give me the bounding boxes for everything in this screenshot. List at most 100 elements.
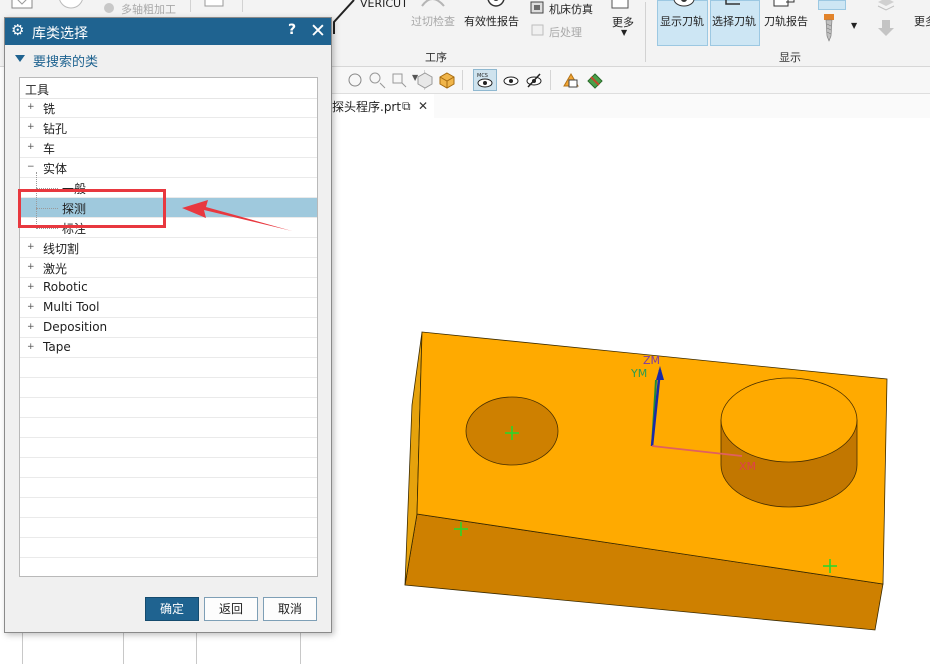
- overcut-check-icon[interactable]: [420, 0, 446, 12]
- expand-icon[interactable]: +: [27, 243, 35, 252]
- tree-item-label: 线切割: [43, 242, 80, 256]
- post-process-icon[interactable]: [530, 23, 546, 37]
- tree-item-label: 车: [43, 142, 56, 156]
- gear-icon: ⚙: [11, 21, 25, 39]
- tree-item[interactable]: + 激光: [20, 258, 317, 278]
- vericut-button[interactable]: VERICUT: [360, 0, 408, 10]
- expand-icon[interactable]: +: [27, 283, 35, 292]
- tree-item[interactable]: + Tape: [20, 338, 317, 358]
- empty-row: [20, 438, 317, 458]
- holder-display-icon[interactable]: [586, 71, 604, 89]
- empty-row: [20, 538, 317, 558]
- multi-axis-rough-button[interactable]: 多轴粗加工: [121, 1, 176, 17]
- tree-connector: [36, 228, 58, 229]
- vericut-icon[interactable]: [330, 0, 356, 34]
- refresh-icon[interactable]: [272, 0, 298, 12]
- operation-group-label: 工序: [425, 51, 447, 64]
- close-icon[interactable]: ✕: [418, 99, 428, 113]
- section-title: 要搜索的类: [33, 55, 99, 70]
- machine-simulation-button[interactable]: 机床仿真: [549, 1, 593, 17]
- snap-icon[interactable]: [368, 71, 386, 89]
- background-grid-line: [196, 630, 197, 664]
- hide-eye-icon[interactable]: [525, 71, 543, 89]
- tree-item[interactable]: + 车: [20, 138, 317, 158]
- expand-icon[interactable]: +: [27, 343, 35, 352]
- more-right-button[interactable]: 更多: [914, 13, 930, 29]
- view-icon[interactable]: [346, 71, 364, 89]
- dialog-title: 库类选择: [32, 26, 88, 42]
- multi-axis-icon[interactable]: [101, 1, 117, 15]
- empty-row: [20, 378, 317, 398]
- post-process-button[interactable]: 后处理: [549, 24, 582, 40]
- display-group-label: 显示: [779, 51, 801, 64]
- document-tabbar: 探头程序.prt ⧉ ✕: [330, 94, 930, 120]
- ok-button[interactable]: 确定: [145, 597, 199, 621]
- circle-icon[interactable]: [57, 0, 87, 12]
- tree-item-label: Deposition: [43, 320, 108, 334]
- help-button[interactable]: ?: [288, 22, 296, 38]
- tree-item[interactable]: + 线切割: [20, 238, 317, 258]
- tree-item[interactable]: + Multi Tool: [20, 298, 317, 318]
- validity-report-button[interactable]: 有效性报告: [464, 13, 519, 29]
- tree-item-label: 钻孔: [43, 122, 68, 136]
- chevron-down-icon[interactable]: ▼: [621, 28, 627, 37]
- tree-item[interactable]: + 铣: [20, 98, 317, 118]
- back-button[interactable]: 返回: [204, 597, 258, 621]
- tree-item[interactable]: + Robotic: [20, 278, 317, 298]
- machine-simulation-icon[interactable]: [530, 1, 546, 15]
- expand-icon[interactable]: +: [27, 103, 35, 112]
- select-toolpath-icon: [725, 0, 740, 5]
- boss-top: [720, 377, 858, 463]
- overcut-check-button[interactable]: 过切检查: [411, 13, 455, 29]
- graphics-viewport[interactable]: ZM YM XM: [330, 118, 930, 664]
- class-tree[interactable]: 工具 + 铣 + 钻孔 + 车 − 实体 一般 探测 标注 + 线切割 + 激光 + Robotic + Multi…: [19, 77, 318, 577]
- dialog-titlebar[interactable]: ⚙ 库类选择 ? ✕: [5, 18, 331, 45]
- tree-item[interactable]: − 实体: [20, 158, 317, 178]
- select-toolpath-label: 选择刀轨: [712, 15, 756, 28]
- empty-row: [20, 498, 317, 518]
- expand-icon[interactable]: +: [27, 323, 35, 332]
- separator: [550, 70, 551, 90]
- eye-tile[interactable]: [818, 0, 846, 10]
- toolpath-report-button[interactable]: 刀轨报告: [764, 13, 808, 29]
- expand-icon[interactable]: +: [27, 303, 35, 312]
- tab-probe-program[interactable]: 探头程序.prt ⧉ ✕: [330, 94, 434, 118]
- expand-icon[interactable]: +: [27, 143, 35, 152]
- cube-icon[interactable]: [416, 71, 434, 89]
- ribbon-icon[interactable]: [203, 0, 227, 10]
- layers-icon[interactable]: [876, 0, 896, 12]
- tool-display-icon[interactable]: [562, 71, 580, 89]
- tree-item[interactable]: + Deposition: [20, 318, 317, 338]
- point-icon[interactable]: [390, 71, 408, 89]
- toolpath-report-icon[interactable]: [772, 0, 798, 12]
- restore-icon[interactable]: ⧉: [402, 99, 411, 113]
- drill-tool-icon[interactable]: [821, 14, 837, 42]
- tree-header: 工具: [20, 78, 317, 99]
- tree-item-label: Tape: [43, 340, 71, 354]
- eye-icon[interactable]: [502, 71, 520, 89]
- mcs-eye-icon: MCS: [477, 73, 493, 88]
- tree-item[interactable]: + 钻孔: [20, 118, 317, 138]
- expand-icon[interactable]: +: [27, 123, 35, 132]
- x-label: XM: [739, 460, 756, 473]
- tree-item-label: Robotic: [43, 280, 88, 294]
- arrow-down-icon[interactable]: [877, 20, 895, 38]
- operation-icon[interactable]: [10, 0, 36, 12]
- empty-row: [20, 418, 317, 438]
- part-model: ZM YM XM: [404, 331, 888, 631]
- tab-label: 探头程序.prt: [332, 100, 402, 114]
- cancel-button[interactable]: 取消: [263, 597, 317, 621]
- separator: [462, 70, 463, 90]
- chevron-down-icon[interactable]: ▼: [851, 21, 857, 30]
- more-icon[interactable]: [608, 0, 634, 12]
- empty-row: [20, 518, 317, 538]
- z-label: ZM: [643, 354, 660, 367]
- collapse-icon[interactable]: −: [27, 163, 35, 172]
- empty-row: [20, 478, 317, 498]
- close-button[interactable]: ✕: [310, 19, 326, 43]
- expand-icon[interactable]: +: [27, 263, 35, 272]
- shaded-cube-icon[interactable]: [438, 71, 456, 89]
- validity-report-icon[interactable]: [484, 0, 508, 10]
- separator: [190, 0, 191, 12]
- collapse-arrow-icon[interactable]: [15, 55, 25, 62]
